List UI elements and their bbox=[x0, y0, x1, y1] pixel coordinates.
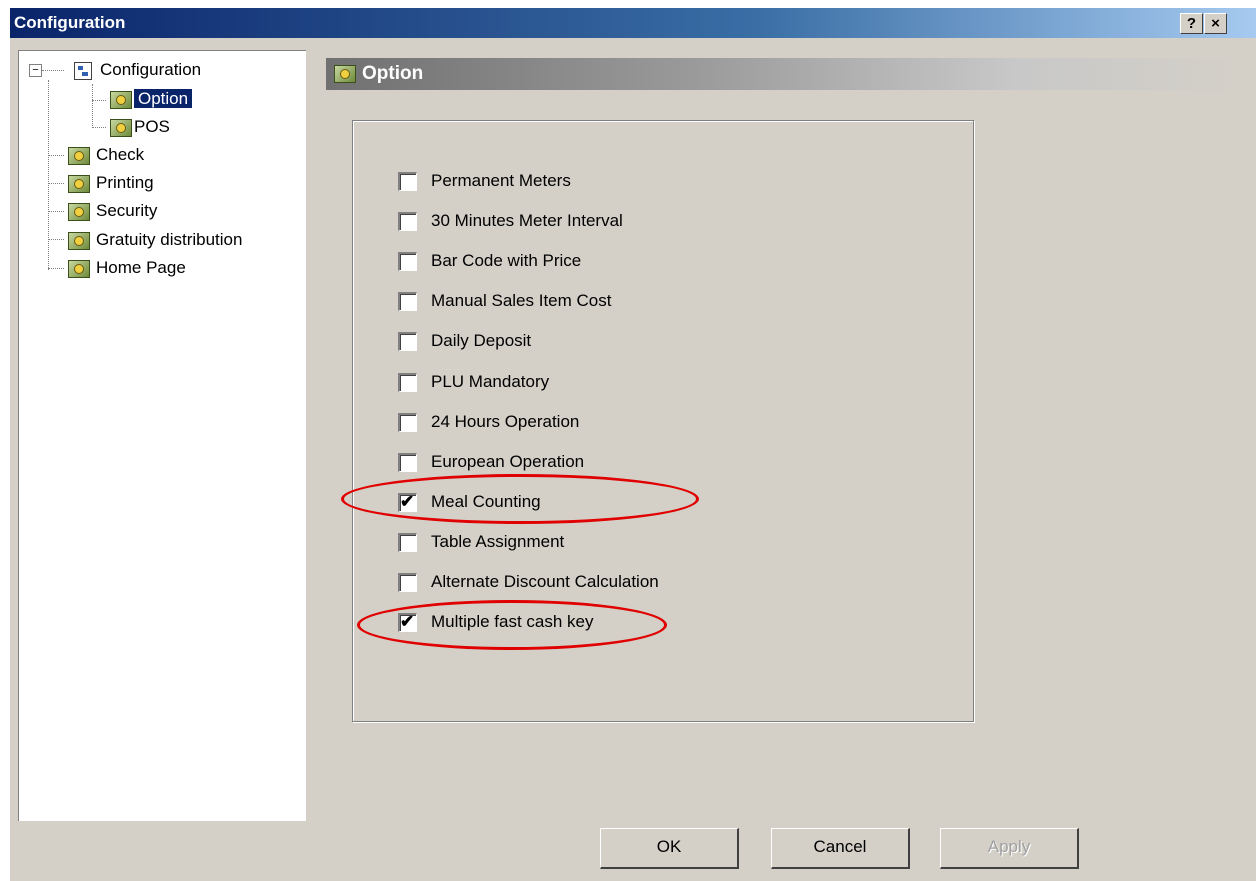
option-label: Bar Code with Price bbox=[431, 251, 582, 270]
option-label: Table Assignment bbox=[431, 532, 565, 551]
gear-folder-icon bbox=[334, 64, 356, 83]
navigation-tree bbox=[18, 50, 306, 821]
option-label: PLU Mandatory bbox=[431, 372, 550, 391]
tree-line bbox=[42, 70, 64, 71]
tree-line bbox=[92, 127, 106, 128]
tree-item-option[interactable]: Option bbox=[110, 86, 193, 112]
tree-line bbox=[92, 100, 106, 101]
highlight-ellipse bbox=[341, 474, 699, 524]
tree-item-label: Home Page bbox=[96, 258, 186, 277]
option-checkbox[interactable] bbox=[398, 252, 417, 271]
gear-folder-icon bbox=[110, 90, 132, 109]
tree-item-printing[interactable]: Printing bbox=[68, 170, 154, 196]
section-title: Option bbox=[362, 63, 424, 84]
option-checkbox[interactable] bbox=[398, 413, 417, 432]
option-label: 24 Hours Operation bbox=[431, 412, 580, 431]
gear-folder-icon bbox=[68, 202, 90, 221]
option-checkbox[interactable] bbox=[398, 373, 417, 392]
tree-line bbox=[48, 155, 64, 156]
option-checkbox[interactable] bbox=[398, 533, 417, 552]
tree-item-check[interactable]: Check bbox=[68, 142, 144, 168]
title-bar: Configuration ? × bbox=[10, 8, 1256, 38]
gear-folder-icon bbox=[68, 174, 90, 193]
help-button[interactable]: ? bbox=[1180, 13, 1203, 34]
gear-folder-icon bbox=[110, 118, 132, 137]
option-checkbox[interactable] bbox=[398, 332, 417, 351]
tree-line bbox=[48, 80, 49, 270]
option-checkbox[interactable] bbox=[398, 573, 417, 592]
window-title: Configuration bbox=[14, 13, 126, 32]
apply-button[interactable]: Apply bbox=[940, 828, 1079, 869]
option-checkbox[interactable] bbox=[398, 172, 417, 191]
tree-line bbox=[48, 183, 64, 184]
tree-item-label: Security bbox=[96, 201, 158, 220]
gear-folder-icon bbox=[68, 146, 90, 165]
option-label: Permanent Meters bbox=[431, 171, 571, 190]
tree-line bbox=[92, 84, 93, 128]
option-label: 30 Minutes Meter Interval bbox=[431, 211, 623, 230]
tree-item-security[interactable]: Security bbox=[68, 198, 157, 224]
tree-item-label: Configuration bbox=[100, 60, 202, 79]
tree-root-icon bbox=[74, 61, 92, 80]
option-label: Manual Sales Item Cost bbox=[431, 291, 612, 310]
highlight-ellipse bbox=[357, 600, 667, 650]
tree-line bbox=[48, 239, 64, 240]
tree-item-label: Check bbox=[96, 145, 145, 164]
section-header: Option bbox=[326, 58, 1244, 90]
tree-line bbox=[48, 211, 64, 212]
tree-item-label: POS bbox=[134, 117, 170, 136]
option-checkbox[interactable] bbox=[398, 292, 417, 311]
option-checkbox[interactable] bbox=[398, 212, 417, 231]
tree-item-configuration[interactable]: Configuration bbox=[74, 57, 201, 83]
gear-folder-icon bbox=[68, 231, 90, 250]
ok-button[interactable]: OK bbox=[600, 828, 739, 869]
tree-item-label: Option bbox=[134, 89, 193, 108]
option-label: Daily Deposit bbox=[431, 331, 532, 350]
tree-item-label: Gratuity distribution bbox=[96, 230, 243, 249]
gear-folder-icon bbox=[68, 259, 90, 278]
close-button[interactable]: × bbox=[1204, 13, 1227, 34]
option-label: European Operation bbox=[431, 452, 585, 471]
option-label: Alternate Discount Calculation bbox=[431, 572, 659, 591]
tree-item-label: Printing bbox=[96, 173, 154, 192]
collapse-toggle-icon[interactable]: − bbox=[29, 64, 42, 77]
option-checkbox[interactable] bbox=[398, 453, 417, 472]
tree-item-gratuity-distribution[interactable]: Gratuity distribution bbox=[68, 227, 242, 253]
cancel-button[interactable]: Cancel bbox=[771, 828, 910, 869]
tree-line bbox=[48, 268, 64, 269]
tree-item-home-page[interactable]: Home Page bbox=[68, 255, 186, 281]
tree-item-pos[interactable]: POS bbox=[110, 114, 170, 140]
